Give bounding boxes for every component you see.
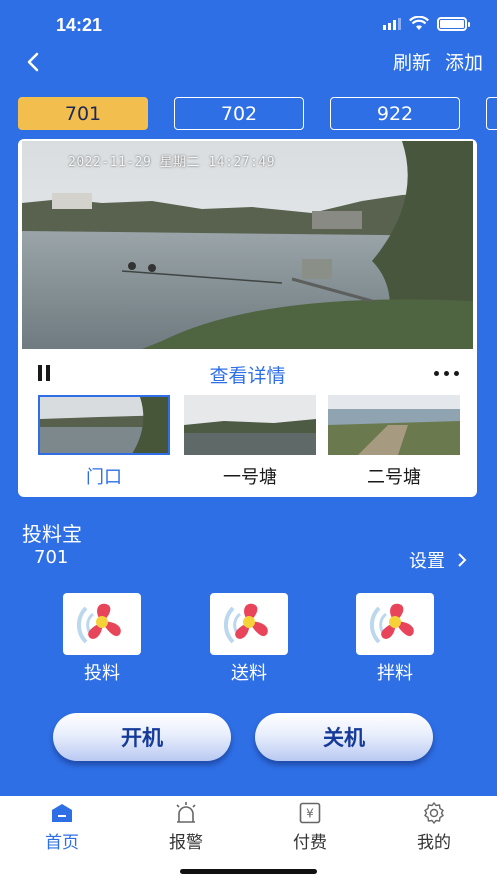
status-icons [383, 16, 470, 31]
more-options-icon[interactable] [434, 371, 459, 376]
tab-701[interactable]: 701 [18, 97, 148, 130]
add-button[interactable]: 添加 [445, 48, 483, 75]
tab-922[interactable]: 922 [330, 97, 460, 130]
settings-link[interactable]: 设置 [409, 547, 467, 573]
nav-actions: 刷新 添加 [393, 48, 483, 75]
feature-deliver[interactable]: 送料 [210, 593, 288, 685]
feature-label: 拌料 [377, 663, 413, 684]
nav-label: 付费 [293, 833, 327, 853]
thumbnail-label: 一号塘 [223, 467, 277, 488]
power-on-button[interactable]: 开机 [53, 713, 231, 761]
thumbnail-label: 门口 [86, 467, 122, 488]
camera-thumbnails: 门口 一号塘 二号塘 [18, 395, 477, 495]
video-controls: 查看详情 [18, 359, 477, 389]
status-bar: 14:21 [0, 0, 497, 44]
battery-icon [437, 16, 470, 31]
camera-card: 2022-11-29 星期二 14:27:49 查看详情 门口 一号塘 二号塘 [18, 139, 477, 497]
live-video[interactable]: 2022-11-29 星期二 14:27:49 [22, 141, 473, 349]
nav-home[interactable]: 首页 [22, 802, 102, 853]
feeder-title: 投料宝 [22, 522, 82, 546]
feature-mix[interactable]: 拌料 [356, 593, 434, 685]
feature-label: 送料 [231, 663, 267, 684]
thumbnail-gate[interactable]: 门口 [38, 395, 170, 489]
alarm-icon [146, 802, 226, 824]
home-icon [22, 802, 102, 824]
fan-icon [63, 593, 141, 655]
power-off-button[interactable]: 关机 [255, 713, 433, 761]
nav-mine[interactable]: 我的 [394, 801, 474, 853]
device-tabs: 701 702 922 [18, 97, 497, 130]
thumbnail-label: 二号塘 [367, 467, 421, 488]
wifi-icon [409, 16, 429, 30]
svg-text:¥: ¥ [306, 807, 314, 821]
payment-icon: ¥ [270, 802, 350, 824]
tab-more[interactable] [486, 97, 497, 130]
tab-702[interactable]: 702 [174, 97, 304, 130]
nav-header: 刷新 添加 [0, 44, 497, 80]
thumbnail-image [38, 395, 170, 455]
feeder-device-id: 701 [34, 547, 69, 568]
thumbnail-pond-1[interactable]: 一号塘 [184, 395, 316, 489]
thumbnail-image [184, 395, 316, 455]
back-arrow-icon[interactable] [22, 50, 46, 74]
nav-label: 我的 [417, 833, 451, 853]
fan-icon [210, 593, 288, 655]
nav-alarm[interactable]: 报警 [146, 802, 226, 853]
view-details-link[interactable]: 查看详情 [18, 361, 477, 388]
feature-label: 投料 [84, 663, 120, 684]
nav-payment[interactable]: ¥ 付费 [270, 802, 350, 853]
fan-icon [356, 593, 434, 655]
status-time: 14:21 [56, 15, 103, 35]
refresh-button[interactable]: 刷新 [393, 48, 431, 75]
nav-label: 首页 [45, 833, 79, 853]
pond-scene-image [22, 141, 473, 349]
video-timestamp: 2022-11-29 星期二 14:27:49 [68, 155, 276, 170]
feature-feed[interactable]: 投料 [63, 593, 141, 685]
settings-gear-icon [394, 801, 474, 825]
cellular-signal-icon [383, 17, 401, 30]
settings-label: 设置 [409, 551, 445, 572]
thumbnail-image [328, 395, 460, 455]
home-indicator [180, 869, 317, 874]
nav-label: 报警 [169, 833, 203, 853]
chevron-right-icon [458, 553, 467, 567]
thumbnail-pond-2[interactable]: 二号塘 [328, 395, 460, 489]
